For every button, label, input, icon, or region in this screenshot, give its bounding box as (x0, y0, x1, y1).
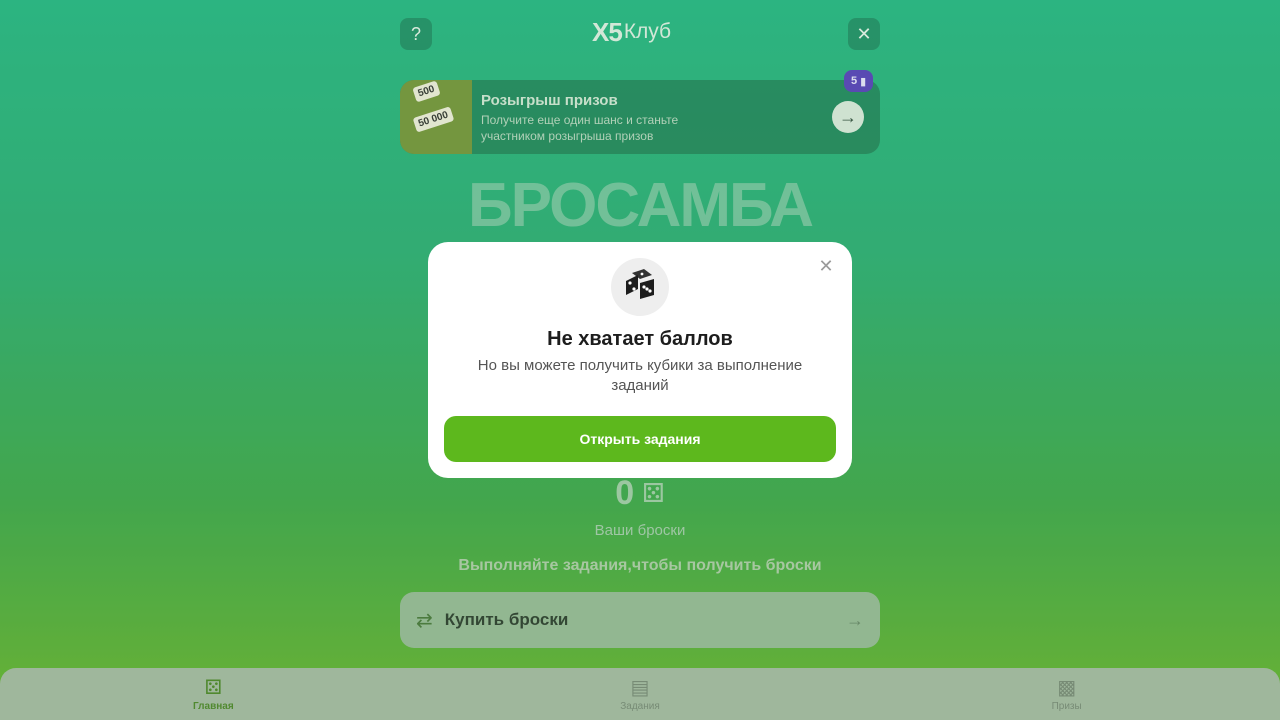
modal-close-button[interactable]: ✕ (816, 256, 836, 276)
close-icon: ✕ (818, 255, 834, 276)
open-tasks-button[interactable]: Открыть задания (444, 416, 836, 462)
dice-icon-container (611, 258, 669, 316)
modal-title: Не хватает баллов (547, 328, 733, 350)
dice-icon (626, 269, 654, 299)
not-enough-points-modal: ✕ Не хватает баллов Но вы можете получит… (428, 242, 852, 478)
modal-text: Но вы можете получить кубики за выполнен… (477, 357, 803, 394)
